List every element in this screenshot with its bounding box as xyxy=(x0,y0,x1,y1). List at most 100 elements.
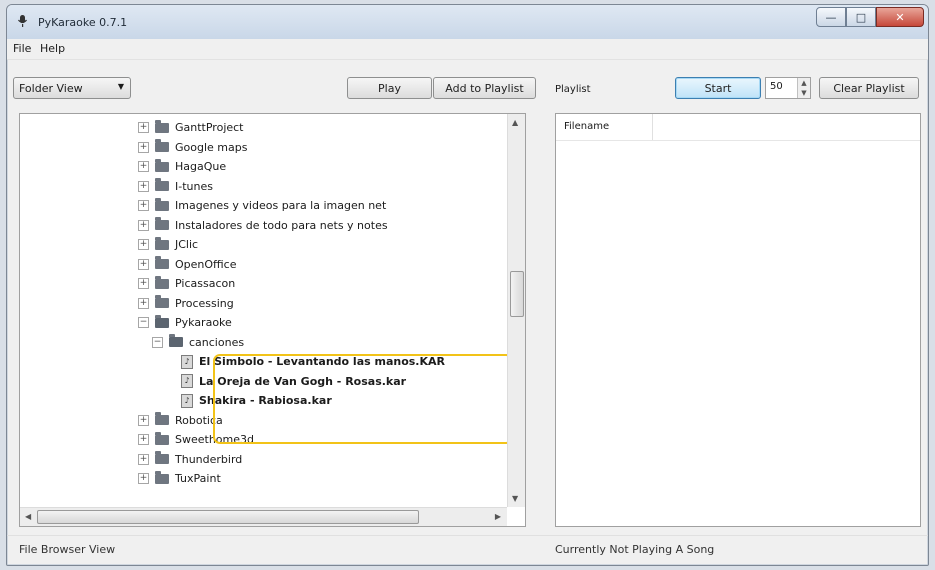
tree-row[interactable]: ♪ La Oreja de Van Gogh - Rosas.kar xyxy=(166,372,406,391)
scroll-right-icon[interactable]: ▶ xyxy=(495,512,501,521)
folder-icon xyxy=(155,178,169,191)
count-spinner-value: 50 xyxy=(770,81,783,92)
horizontal-scroll-thumb[interactable] xyxy=(37,510,419,524)
tree-item-label: HagaQue xyxy=(175,160,227,173)
folder-icon xyxy=(155,451,169,464)
tree-row[interactable]: − Pykaraoke xyxy=(138,313,232,332)
folder-icon xyxy=(155,197,169,211)
tree-item-label: OpenOffice xyxy=(175,257,237,271)
view-select-value: Folder View xyxy=(19,82,83,95)
music-file-icon: ♪ xyxy=(181,374,193,388)
expand-icon[interactable]: + xyxy=(138,219,149,231)
expand-icon[interactable]: + xyxy=(138,180,149,192)
collapse-icon[interactable]: − xyxy=(138,317,149,328)
tree-item-label: TuxPaint xyxy=(175,472,221,485)
expand-icon[interactable]: + xyxy=(138,453,149,465)
menu-bar: File Help xyxy=(7,39,928,60)
file-tree[interactable]: + GanttProject + Google maps + HagaQue + I-tune… xyxy=(19,113,526,527)
add-to-playlist-button[interactable]: Add to Playlist xyxy=(433,77,536,99)
folder-icon xyxy=(155,217,169,230)
tree-row[interactable]: + GanttProject xyxy=(138,118,244,137)
play-button[interactable]: Play xyxy=(347,77,432,99)
expand-icon[interactable]: + xyxy=(138,161,149,172)
expand-icon[interactable]: + xyxy=(138,278,149,289)
column-filename-label: Filename xyxy=(564,121,610,132)
title-bar[interactable]: PyKaraoke 0.7.1 — □ ✕ xyxy=(7,5,928,39)
playlist-header: Filename xyxy=(556,114,920,141)
tree-row[interactable]: + Processing xyxy=(138,294,234,313)
scroll-up-icon[interactable]: ▲ xyxy=(512,118,518,127)
expand-icon[interactable]: + xyxy=(138,122,149,133)
tree-row[interactable]: + HagaQue xyxy=(138,157,226,176)
tree-row[interactable]: + Picassacon xyxy=(138,274,235,293)
close-button[interactable]: ✕ xyxy=(876,7,924,27)
music-file-icon: ♪ xyxy=(181,393,193,408)
playlist-list[interactable]: Filename xyxy=(555,113,921,527)
expand-icon[interactable]: + xyxy=(138,141,149,153)
folder-icon xyxy=(155,470,169,484)
vertical-scrollbar[interactable]: ▲ ▼ xyxy=(507,114,525,507)
tree-item-label: Pykaraoke xyxy=(175,316,232,329)
clear-playlist-button[interactable]: Clear Playlist xyxy=(819,77,919,99)
expand-icon[interactable]: + xyxy=(138,473,149,484)
expand-icon[interactable]: + xyxy=(138,297,149,309)
folder-icon xyxy=(155,295,169,308)
menu-help[interactable]: Help xyxy=(40,42,65,55)
folder-icon xyxy=(155,119,169,133)
expand-icon[interactable]: + xyxy=(138,414,149,426)
spin-down-icon[interactable]: ▼ xyxy=(797,88,810,98)
tree-row[interactable]: + Thunderbird xyxy=(138,450,242,469)
start-button[interactable]: Start xyxy=(675,77,761,99)
tree-row[interactable]: + OpenOffice xyxy=(138,255,237,274)
tree-item-label: I-tunes xyxy=(175,179,213,193)
tree-item-label: Robotica xyxy=(175,413,223,427)
folder-icon xyxy=(155,412,169,425)
folder-icon xyxy=(155,275,169,289)
tree-row[interactable]: − canciones xyxy=(152,333,244,352)
expand-icon[interactable]: + xyxy=(138,434,149,445)
tree-item-label: Shakira - Rabiosa.kar xyxy=(199,394,332,407)
folder-icon xyxy=(155,256,169,269)
collapse-icon[interactable]: − xyxy=(152,336,163,348)
music-file-icon: ♪ xyxy=(181,354,193,369)
view-select[interactable]: Folder View ▼ xyxy=(13,77,131,99)
vertical-scroll-thumb[interactable] xyxy=(510,271,524,317)
scroll-left-icon[interactable]: ◀ xyxy=(25,512,31,521)
minimize-icon: — xyxy=(825,10,837,24)
tree-row[interactable]: + Sweethome3d xyxy=(138,430,254,449)
expand-icon[interactable]: + xyxy=(138,258,149,270)
expand-icon[interactable]: + xyxy=(138,239,149,250)
window-controls: — □ ✕ xyxy=(816,7,924,27)
window-title: PyKaraoke 0.7.1 xyxy=(38,16,128,29)
tree-row[interactable]: ♪ El Simbolo - Levantando las manos.KAR xyxy=(166,352,445,371)
folder-icon xyxy=(155,139,169,152)
tree-item-label: Imagenes y videos para la imagen net xyxy=(175,199,387,212)
tree-row[interactable]: + JClic xyxy=(138,235,198,254)
tree-item-label: Picassacon xyxy=(175,277,236,290)
scroll-down-icon[interactable]: ▼ xyxy=(512,494,518,503)
tree-row[interactable]: + Robotica xyxy=(138,411,223,430)
expand-icon[interactable]: + xyxy=(138,200,149,211)
status-divider xyxy=(7,535,928,536)
menu-file[interactable]: File xyxy=(13,42,31,55)
tree-row[interactable]: ♪ Shakira - Rabiosa.kar xyxy=(166,391,332,410)
tree-row[interactable]: + Google maps xyxy=(138,138,247,157)
column-filename[interactable]: Filename xyxy=(556,114,653,140)
tree-item-label: GanttProject xyxy=(175,121,244,134)
tree-item-label: El Simbolo - Levantando las manos.KAR xyxy=(199,355,445,368)
close-icon: ✕ xyxy=(895,10,905,24)
minimize-button[interactable]: — xyxy=(816,7,846,27)
count-spinner[interactable]: 50 ▲ ▼ xyxy=(765,77,811,99)
horizontal-scrollbar[interactable]: ◀ ▶ xyxy=(20,507,507,526)
folder-icon xyxy=(155,236,169,250)
maximize-icon: □ xyxy=(855,10,867,24)
maximize-button[interactable]: □ xyxy=(846,7,876,27)
tree-row[interactable]: + I-tunes xyxy=(138,177,213,196)
folder-open-icon xyxy=(155,314,169,328)
folder-icon xyxy=(155,431,169,445)
spin-up-icon[interactable]: ▲ xyxy=(797,78,810,88)
tree-row[interactable]: + Instaladores de todo para nets y notes xyxy=(138,216,388,235)
tree-row[interactable]: + Imagenes y videos para la imagen net xyxy=(138,196,386,215)
tree-row[interactable]: + TuxPaint xyxy=(138,469,221,488)
folder-icon xyxy=(155,158,169,172)
